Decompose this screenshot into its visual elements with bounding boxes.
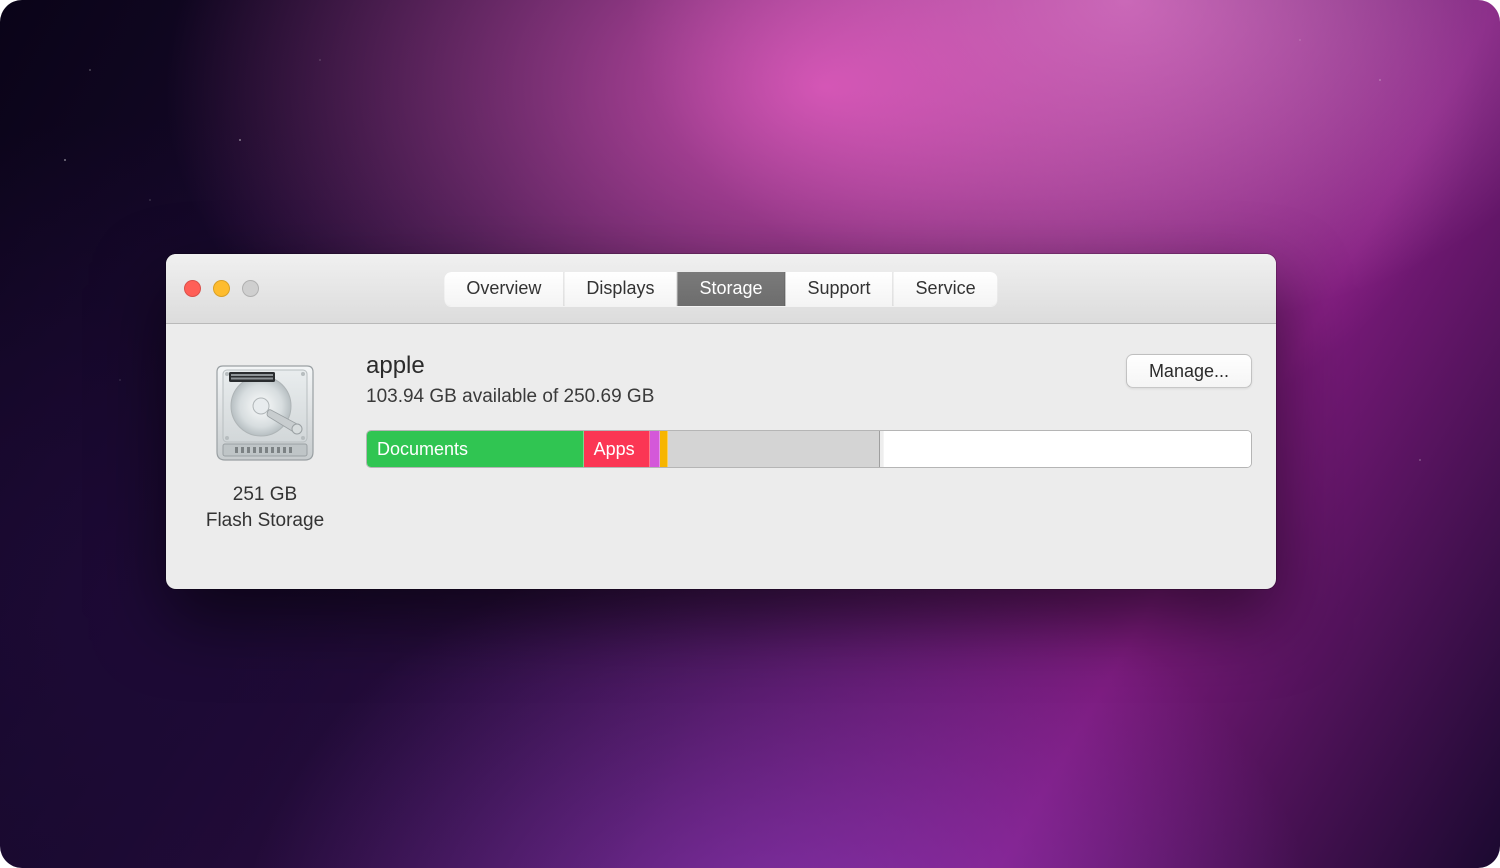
manage-button[interactable]: Manage... [1126, 354, 1252, 388]
tab-support[interactable]: Support [786, 272, 894, 306]
zoom-button[interactable] [242, 280, 259, 297]
tab-overview[interactable]: Overview [444, 272, 564, 306]
storage-segment-apps[interactable]: Apps [584, 431, 650, 467]
storage-segment-other2[interactable] [660, 431, 667, 467]
window-body: 251 GB Flash Storage apple 103.94 GB ava… [166, 324, 1276, 589]
storage-segment-other1[interactable] [650, 431, 661, 467]
disk-capacity-type: Flash Storage [206, 508, 324, 534]
storage-usage-bar: DocumentsApps [366, 430, 1252, 468]
volume-name: apple [366, 352, 654, 380]
window-titlebar: Overview Displays Storage Support Servic… [166, 254, 1276, 324]
storage-segment-system[interactable] [668, 431, 880, 467]
storage-segment-free[interactable] [884, 431, 1251, 467]
storage-info-column: apple 103.94 GB available of 250.69 GB M… [366, 352, 1252, 565]
close-button[interactable] [184, 280, 201, 297]
tab-service[interactable]: Service [894, 272, 998, 306]
tab-storage[interactable]: Storage [677, 272, 785, 306]
tab-displays[interactable]: Displays [564, 272, 677, 306]
minimize-button[interactable] [213, 280, 230, 297]
disk-capacity-size: 251 GB [206, 482, 324, 508]
storage-info-header: apple 103.94 GB available of 250.69 GB M… [366, 352, 1252, 430]
hard-drive-icon [205, 352, 325, 472]
desktop-wallpaper: Overview Displays Storage Support Servic… [0, 0, 1500, 868]
storage-segment-documents[interactable]: Documents [367, 431, 584, 467]
disk-column: 251 GB Flash Storage [190, 352, 340, 565]
disk-capacity-caption: 251 GB Flash Storage [206, 482, 324, 533]
window-traffic-lights [184, 280, 259, 297]
volume-available-text: 103.94 GB available of 250.69 GB [366, 386, 654, 408]
about-this-mac-window: Overview Displays Storage Support Servic… [166, 254, 1276, 589]
tab-bar: Overview Displays Storage Support Servic… [444, 272, 997, 306]
